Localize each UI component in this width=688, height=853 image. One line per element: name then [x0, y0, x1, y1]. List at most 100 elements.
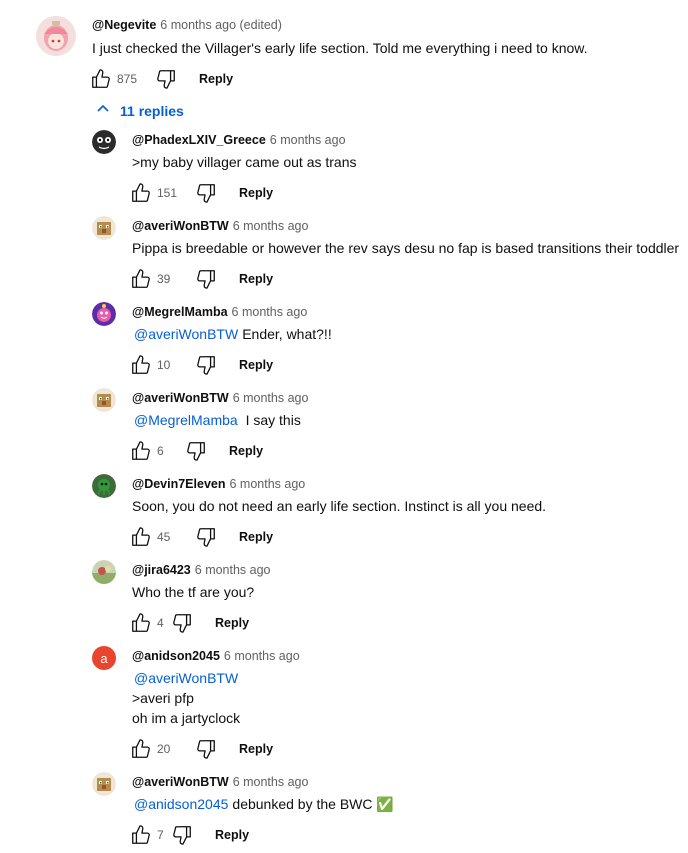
author-handle[interactable]: @averiWonBTW	[132, 391, 229, 405]
comment-line: Who the tf are you?	[132, 584, 255, 600]
comment-actions: 6 Reply	[130, 439, 263, 463]
mention-link[interactable]: @anidson2045	[134, 796, 228, 812]
comment-meta: @jira6423 6 months ago	[132, 563, 271, 577]
author-handle[interactable]: @PhadexLXIV_Greece	[132, 133, 266, 147]
thumbs-up-icon[interactable]	[130, 182, 152, 204]
thumbs-down-icon[interactable]	[195, 354, 217, 376]
avatar[interactable]: a	[92, 646, 116, 670]
avatar[interactable]	[92, 474, 116, 498]
reply-button[interactable]: Reply	[239, 742, 273, 756]
replies-count-label: 11 replies	[120, 102, 184, 119]
reply-button[interactable]: Reply	[229, 444, 263, 458]
comment-text: @MegrelMamba I say this	[134, 410, 301, 430]
timestamp[interactable]: 6 months ago	[233, 219, 309, 233]
comment-actions: 7 Reply	[130, 823, 249, 847]
thumbs-down-icon[interactable]	[195, 738, 217, 760]
replies-toggle[interactable]: 11 replies	[96, 102, 184, 119]
thumbs-down-icon[interactable]	[155, 68, 177, 90]
author-handle[interactable]: @averiWonBTW	[132, 775, 229, 789]
comment-line: Ender, what?!!	[242, 326, 332, 342]
thumbs-up-icon[interactable]	[130, 354, 152, 376]
thumbs-down-icon[interactable]	[195, 182, 217, 204]
thumbs-up-icon[interactable]	[130, 824, 152, 846]
comment-line: debunked by the BWC ✅	[232, 796, 394, 812]
like-count: 4	[157, 616, 164, 630]
comment-meta: @Negevite 6 months ago (edited)	[92, 18, 282, 32]
comment-text: @averiWonBTW >averi pfp oh im a jartyclo…	[132, 668, 242, 728]
thumbs-down-icon[interactable]	[195, 526, 217, 548]
comment-actions: 151 Reply	[130, 181, 273, 205]
avatar[interactable]	[92, 772, 116, 796]
thumbs-up-icon[interactable]	[90, 68, 112, 90]
comment-meta: @anidson2045 6 months ago	[132, 649, 300, 663]
like-count: 7	[157, 828, 164, 842]
timestamp[interactable]: 6 months ago	[233, 391, 309, 405]
timestamp[interactable]: 6 months ago	[229, 477, 305, 491]
comment-text: Pippa is breedable or however the rev sa…	[132, 238, 679, 258]
comment-meta: @averiWonBTW 6 months ago	[132, 775, 308, 789]
timestamp[interactable]: 6 months ago	[270, 133, 346, 147]
mention-link[interactable]: @MegrelMamba	[134, 412, 238, 428]
comment-meta: @MegrelMamba 6 months ago	[132, 305, 307, 319]
comment-actions: 39 Reply	[130, 267, 273, 291]
like-count: 6	[157, 444, 164, 458]
thumbs-up-icon[interactable]	[130, 738, 152, 760]
comment-actions: 10 Reply	[130, 353, 273, 377]
thumbs-up-icon[interactable]	[130, 612, 152, 634]
mention-link[interactable]: @averiWonBTW	[134, 326, 238, 342]
thumbs-down-icon[interactable]	[195, 268, 217, 290]
comment-line: I say this	[241, 412, 301, 428]
reply-button[interactable]: Reply	[239, 272, 273, 286]
thumbs-down-icon[interactable]	[171, 612, 193, 634]
avatar[interactable]	[92, 130, 116, 154]
avatar[interactable]	[36, 16, 76, 56]
comment-text: @averiWonBTW Ender, what?!!	[134, 324, 332, 344]
comment-line: Pippa is breedable or however the rev sa…	[132, 240, 680, 256]
avatar[interactable]	[92, 388, 116, 412]
avatar[interactable]	[92, 216, 116, 240]
mention-link[interactable]: @averiWonBTW	[134, 670, 238, 686]
chevron-up-icon	[96, 102, 120, 119]
like-count: 20	[157, 742, 171, 756]
like-count: 39	[157, 272, 171, 286]
like-count: 875	[117, 72, 138, 86]
author-handle[interactable]: @Negevite	[92, 18, 156, 32]
author-handle[interactable]: @anidson2045	[132, 649, 220, 663]
author-handle[interactable]: @MegrelMamba	[132, 305, 228, 319]
reply-button[interactable]: Reply	[215, 616, 249, 630]
thumbs-up-icon[interactable]	[130, 268, 152, 290]
comment-actions: 875 Reply	[90, 67, 233, 91]
avatar[interactable]	[92, 302, 116, 326]
comment-text: I just checked the Villager's early life…	[92, 40, 588, 56]
reply-button[interactable]: Reply	[215, 828, 249, 842]
comment-actions: 45 Reply	[130, 525, 273, 549]
comment-line: >my baby villager came out as trans	[132, 154, 357, 170]
timestamp[interactable]: 6 months ago	[224, 649, 300, 663]
comment-text: Who the tf are you?	[132, 582, 254, 602]
comment-meta: @Devin7Eleven 6 months ago	[132, 477, 305, 491]
timestamp[interactable]: 6 months ago	[195, 563, 271, 577]
reply-button[interactable]: Reply	[239, 358, 273, 372]
author-handle[interactable]: @jira6423	[132, 563, 191, 577]
comment-line: Soon, you do not need an early life sect…	[132, 498, 547, 514]
comment-actions: 4 Reply	[130, 611, 249, 635]
comment-actions: 20 Reply	[130, 737, 273, 761]
like-count: 45	[157, 530, 171, 544]
timestamp[interactable]: 6 months ago	[233, 775, 309, 789]
timestamp[interactable]: 6 months ago	[232, 305, 308, 319]
reply-button[interactable]: Reply	[199, 72, 233, 86]
author-handle[interactable]: @averiWonBTW	[132, 219, 229, 233]
comment-text: >my baby villager came out as trans	[132, 152, 357, 172]
author-handle[interactable]: @Devin7Eleven	[132, 477, 225, 491]
reply-button[interactable]: Reply	[239, 530, 273, 544]
thumbs-up-icon[interactable]	[130, 440, 152, 462]
thumbs-down-icon[interactable]	[185, 440, 207, 462]
top-comment: @Negevite 6 months ago (edited) I just ch…	[0, 0, 688, 100]
avatar[interactable]	[92, 560, 116, 584]
comment-line: >averi pfp	[132, 690, 194, 706]
thumbs-down-icon[interactable]	[171, 824, 193, 846]
thumbs-up-icon[interactable]	[130, 526, 152, 548]
timestamp[interactable]: 6 months ago (edited)	[160, 18, 282, 32]
reply-button[interactable]: Reply	[239, 186, 273, 200]
comment-line: oh im a jartyclock	[132, 710, 241, 726]
